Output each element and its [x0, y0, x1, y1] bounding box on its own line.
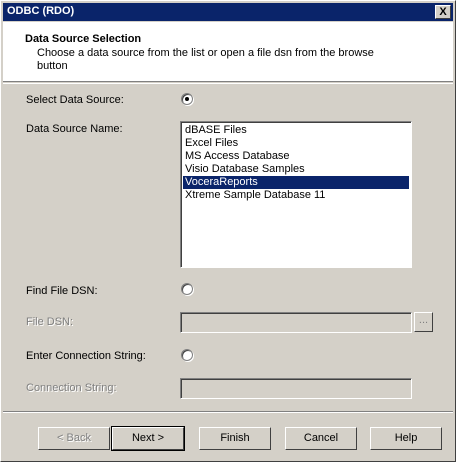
connection-string-label: Connection String:	[26, 382, 117, 394]
select-data-source-radio[interactable]	[181, 93, 193, 105]
find-file-dsn-label: Find File DSN:	[26, 285, 98, 297]
list-item[interactable]: dBASE Files	[183, 124, 409, 137]
file-dsn-label: File DSN:	[26, 316, 74, 328]
footer-divider-highlight	[3, 412, 453, 413]
list-item[interactable]: Excel Files	[183, 137, 409, 150]
connection-string-field[interactable]	[180, 378, 412, 399]
data-source-listbox[interactable]: dBASE Files Excel Files MS Access Databa…	[180, 121, 412, 268]
back-button[interactable]: < Back	[38, 427, 110, 450]
title-bar[interactable]: ODBC (RDO) X	[3, 3, 453, 21]
page-description: Choose a data source from the list or op…	[37, 47, 374, 72]
close-button[interactable]: X	[435, 5, 451, 19]
help-button[interactable]: Help	[370, 427, 442, 450]
header-divider	[3, 83, 453, 84]
find-file-dsn-radio[interactable]	[181, 283, 193, 295]
select-data-source-label: Select Data Source:	[26, 94, 124, 106]
window-title: ODBC (RDO)	[7, 5, 75, 17]
page-title: Data Source Selection	[25, 33, 142, 45]
list-item[interactable]: Visio Database Samples	[183, 163, 409, 176]
cancel-button[interactable]: Cancel	[285, 427, 357, 450]
list-item[interactable]: MS Access Database	[183, 150, 409, 163]
enter-connection-string-radio[interactable]	[181, 349, 193, 361]
finish-button[interactable]: Finish	[199, 427, 271, 450]
list-item[interactable]: Xtreme Sample Database 11	[183, 189, 409, 202]
browse-button[interactable]: ...	[414, 312, 433, 332]
next-button[interactable]: Next >	[111, 426, 185, 451]
header-panel: Data Source Selection Choose a data sour…	[3, 22, 453, 82]
list-item-selected[interactable]: VoceraReports	[183, 176, 409, 189]
enter-connection-string-label: Enter Connection String:	[26, 350, 146, 362]
data-source-name-label: Data Source Name:	[26, 123, 123, 135]
close-icon: X	[439, 6, 447, 18]
file-dsn-field[interactable]	[180, 312, 412, 333]
odbc-dialog-window: ODBC (RDO) X Data Source Selection Choos…	[0, 0, 456, 462]
